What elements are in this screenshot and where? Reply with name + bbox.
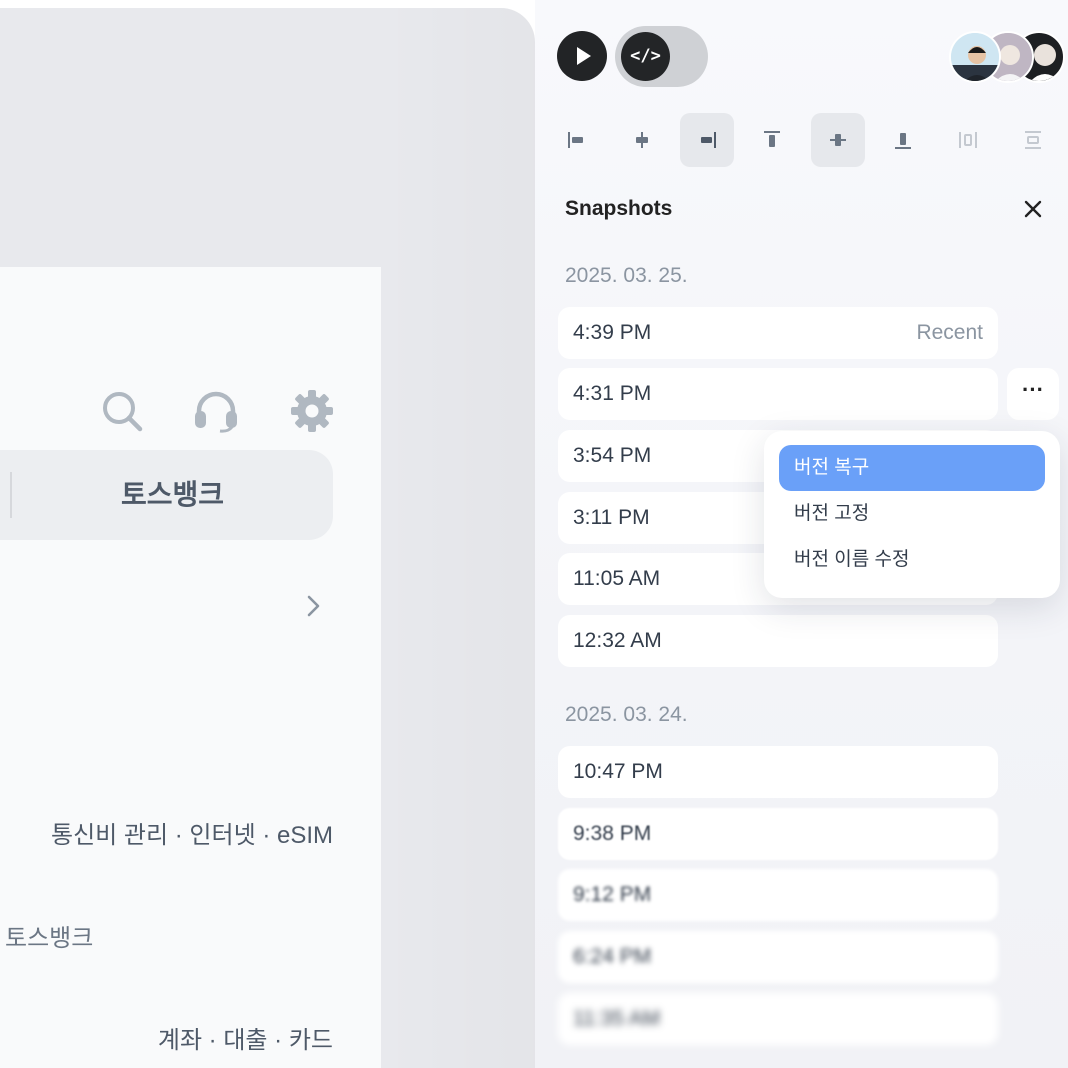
play-icon (577, 47, 591, 65)
distribute-horizontal-button[interactable] (941, 113, 995, 167)
bank-tab-label: 토스뱅크 (120, 479, 225, 510)
bank-caption: 토스뱅크 (5, 925, 94, 952)
code-icon: </> (621, 32, 670, 81)
headset-icon[interactable] (194, 389, 238, 433)
snapshot-row[interactable]: 11:35 AM (558, 993, 998, 1045)
align-right-button[interactable] (680, 113, 734, 167)
distribute-vertical-icon (1025, 131, 1041, 149)
chevron-right-icon[interactable] (303, 593, 323, 619)
date-header: 2025. 03. 25. (565, 264, 688, 287)
align-vertical-center-icon (830, 134, 846, 146)
snapshots-panel: </> Snapshots 2025. 03. 25. 4:39 PM Rece… (535, 0, 1068, 1068)
snapshot-time: 10:47 PM (573, 760, 663, 783)
align-right-icon (701, 132, 716, 148)
snapshot-time: 11:05 AM (573, 567, 661, 590)
more-options-button[interactable]: ··· (1007, 368, 1059, 420)
menu-item-restore-version[interactable]: 버전 복구 (779, 445, 1045, 491)
canvas-shadow (381, 8, 535, 1068)
avatar-1[interactable] (949, 31, 1001, 83)
gear-icon[interactable] (290, 389, 334, 433)
snapshot-time: 3:54 PM (573, 444, 652, 467)
snapshot-time: 4:39 PM (573, 321, 652, 344)
align-left-icon (568, 132, 583, 148)
align-top-button[interactable] (745, 113, 799, 167)
align-left-button[interactable] (550, 113, 604, 167)
date-header: 2025. 03. 24. (565, 703, 688, 726)
close-icon[interactable] (1021, 197, 1045, 221)
menu-item-rename-version[interactable]: 버전 이름 수정 (779, 537, 1045, 583)
snapshot-row[interactable]: 9:12 PM (558, 869, 998, 921)
service-line-banking: 계좌 · 대출 · 카드 (157, 1027, 333, 1054)
snapshot-row[interactable]: 4:39 PM Recent (558, 307, 998, 359)
align-horizontal-center-button[interactable] (615, 113, 669, 167)
snapshot-row[interactable]: 4:31 PM (558, 368, 998, 420)
align-bottom-button[interactable] (876, 113, 930, 167)
play-button[interactable] (557, 31, 607, 81)
snapshot-time: 11:35 AM (573, 1007, 661, 1030)
snapshot-time: 4:31 PM (573, 382, 652, 405)
snapshots-title: Snapshots (565, 197, 673, 220)
align-top-icon (764, 131, 780, 147)
snapshot-context-menu: 버전 복구 버전 고정 버전 이름 수정 (764, 431, 1060, 598)
align-vertical-center-button[interactable] (811, 113, 865, 167)
snapshot-row[interactable]: 9:38 PM (558, 808, 998, 860)
snapshot-time: 9:38 PM (573, 822, 652, 845)
distribute-horizontal-icon (959, 132, 977, 148)
service-line-telecom: 통신비 관리 · 인터넷 · eSIM (51, 822, 333, 849)
snapshot-row[interactable]: 10:47 PM (558, 746, 998, 798)
align-horizontal-center-icon (636, 132, 648, 148)
design-canvas[interactable]: 토스뱅크 통신비 관리 · 인터넷 · eSIM 토스뱅크 계좌 · 대출 · … (0, 8, 535, 1068)
search-icon[interactable] (100, 389, 144, 433)
snapshot-time: 9:12 PM (573, 883, 652, 906)
recent-badge: Recent (916, 321, 983, 344)
align-bottom-icon (895, 133, 911, 149)
distribute-vertical-button[interactable] (1006, 113, 1060, 167)
snapshot-time: 3:11 PM (573, 506, 650, 529)
menu-item-pin-version[interactable]: 버전 고정 (779, 491, 1045, 537)
bank-tab[interactable]: 토스뱅크 (0, 450, 333, 540)
code-view-toggle[interactable]: </> (615, 26, 708, 87)
snapshot-time: 12:32 AM (573, 629, 662, 652)
snapshot-time: 6:24 PM (573, 945, 652, 968)
phone-frame: 토스뱅크 통신비 관리 · 인터넷 · eSIM 토스뱅크 계좌 · 대출 · … (0, 267, 381, 1068)
snapshot-row[interactable]: 12:32 AM (558, 615, 998, 667)
snapshot-row[interactable]: 6:24 PM (558, 931, 998, 983)
